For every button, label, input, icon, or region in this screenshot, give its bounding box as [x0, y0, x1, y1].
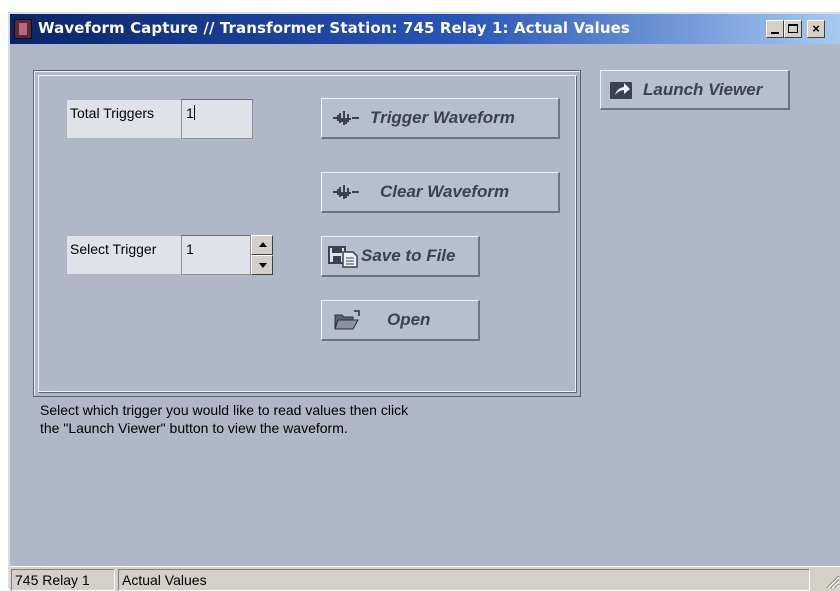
save-file-icon: [328, 246, 358, 268]
total-triggers-input[interactable]: 1: [181, 99, 253, 139]
launch-viewer-button[interactable]: Launch Viewer: [600, 70, 790, 110]
launch-arrow-icon: [610, 81, 632, 99]
window-title: Waveform Capture // Transformer Station:…: [38, 19, 630, 37]
maximize-button[interactable]: [784, 20, 802, 38]
launch-viewer-label: Launch Viewer: [643, 79, 763, 99]
waveform-capture-window: Waveform Capture // Transformer Station:…: [8, 12, 840, 591]
total-triggers-label: Total Triggers: [66, 99, 181, 139]
total-triggers-value: 1: [186, 105, 194, 121]
status-bar: 745 Relay 1 Actual Values: [10, 566, 840, 591]
waveform-icon: [333, 111, 359, 125]
folder-open-icon: [334, 310, 360, 330]
trigger-waveform-label: Trigger Waveform: [370, 108, 515, 127]
save-to-file-button[interactable]: Save to File: [321, 236, 480, 277]
text-caret: [193, 105, 195, 120]
trigger-waveform-button[interactable]: Trigger Waveform: [321, 98, 560, 139]
app-icon[interactable]: [14, 19, 32, 39]
minimize-icon: [771, 32, 779, 34]
close-icon: ×: [812, 21, 820, 36]
clear-waveform-label: Clear Waveform: [380, 182, 510, 201]
clear-waveform-button[interactable]: Clear Waveform: [321, 172, 560, 213]
title-bar[interactable]: Waveform Capture // Transformer Station:…: [10, 14, 840, 44]
spinner-down-button[interactable]: [251, 255, 273, 275]
status-view: Actual Values: [118, 569, 810, 591]
open-button[interactable]: Open: [321, 300, 480, 341]
minimize-button[interactable]: [766, 20, 784, 38]
spinner-up-button[interactable]: [251, 235, 273, 255]
save-to-file-label: Save to File: [361, 246, 456, 265]
waveform-group-box: Total Triggers 1 Select Trigger 1 Trigge…: [33, 70, 581, 397]
select-trigger-input[interactable]: 1: [181, 235, 251, 275]
help-instructions: Select which trigger you would like to r…: [40, 402, 409, 436]
waveform-icon: [333, 185, 359, 199]
status-device: 745 Relay 1: [11, 569, 115, 591]
maximize-icon: [788, 24, 798, 33]
arrow-up-icon: [259, 242, 267, 247]
close-button[interactable]: ×: [807, 20, 825, 38]
select-trigger-spinner: [251, 235, 273, 275]
arrow-down-icon: [259, 263, 267, 268]
select-trigger-label: Select Trigger: [66, 235, 181, 275]
resize-grip-icon[interactable]: [824, 573, 840, 589]
open-label: Open: [387, 310, 431, 329]
